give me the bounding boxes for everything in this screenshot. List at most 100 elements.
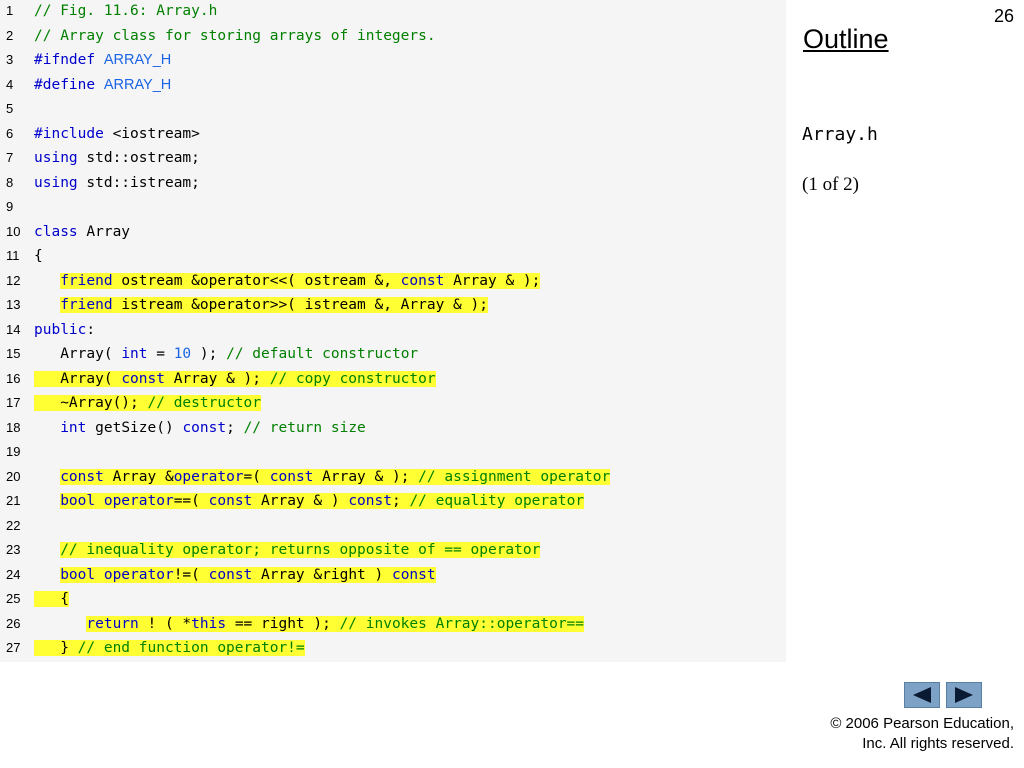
code-token-plain: :: [86, 321, 96, 338]
code-line: 22: [0, 515, 786, 537]
code-token-keyword: class: [34, 223, 87, 240]
code-token-keyword: using: [34, 150, 87, 166]
code-token-keyword: const: [269, 468, 323, 485]
code-token-plain: istream &operator>>( istream &, Array & …: [121, 297, 488, 313]
code-text: class Array: [34, 221, 130, 243]
code-line: 6 #include <iostream>: [0, 123, 786, 145]
code-token-keyword: bool operator: [60, 493, 174, 509]
line-number: 12: [6, 272, 21, 288]
line-number: 15: [6, 346, 21, 361]
code-token-plain: !=(: [173, 566, 209, 583]
code-token-plain: std::ostream;: [86, 150, 200, 166]
code-token-plain: Array & );: [173, 370, 270, 387]
code-line: 1 // Fig. 11.6: Array.h: [0, 0, 786, 22]
code-token-keyword: operator: [173, 468, 244, 485]
code-token-macro: ARRAY_H: [103, 52, 172, 68]
line-number: 17: [6, 395, 21, 410]
line-number: 3: [6, 52, 14, 67]
code-line: 23 // inequality operator; returns oppos…: [0, 539, 786, 561]
code-token-comment: // default constructor: [226, 346, 419, 362]
code-text: } // end function operator!=: [34, 637, 305, 659]
code-line: 21 bool operator==( const Array & ) cons…: [0, 490, 786, 512]
code-token-plain: Array(: [34, 370, 122, 387]
code-text: return ! ( *this == right ); // invokes …: [34, 613, 585, 635]
previous-slide-button[interactable]: [904, 682, 940, 708]
code-token-plain: getSize(): [95, 419, 183, 436]
line-number: 8: [6, 174, 14, 190]
line-number: 24: [6, 566, 21, 582]
code-line: 18 int getSize() const; // return size: [0, 417, 786, 439]
code-token-plain: Array & );: [322, 468, 419, 485]
line-number: 23: [6, 542, 21, 557]
code-line: 25 {: [0, 588, 786, 610]
code-line: 17 ~Array(); // destructor: [0, 392, 786, 414]
code-line: 10 class Array: [0, 221, 786, 243]
code-token-comment: // return size: [243, 419, 366, 436]
code-line: 9: [0, 196, 786, 218]
code-token-comment: // Array class for storing arrays of int…: [34, 27, 436, 44]
code-token-plain: ~Array();: [34, 395, 148, 411]
code-token-comment: // end function operator!=: [77, 640, 305, 656]
code-token-comment: // assignment operator: [418, 468, 611, 485]
file-name: Array.h: [802, 124, 878, 145]
code-token-plain: Array & );: [453, 272, 541, 289]
next-slide-button[interactable]: [946, 682, 982, 708]
code-token-keyword: const: [60, 468, 113, 485]
part-label: (1 of 2): [802, 174, 859, 195]
outline-link[interactable]: Outline: [803, 24, 889, 55]
code-token-comment: // inequality operator; returns opposite…: [60, 542, 541, 558]
code-line: 5: [0, 98, 786, 120]
code-line: 20 const Array &operator=( const Array &…: [0, 466, 786, 488]
code-text: friend ostream &operator<<( ostream &, c…: [34, 270, 541, 292]
line-number: 13: [6, 297, 21, 312]
copyright-line-1: © 2006 Pearson Education,: [830, 715, 1014, 732]
code-text: {: [34, 588, 69, 610]
code-token-keyword: int: [121, 346, 157, 362]
code-token-comment: // Fig. 11.6: Array.h: [34, 3, 218, 19]
code-text: bool operator==( const Array & ) const; …: [34, 490, 585, 512]
code-token-plain: std::istream;: [86, 174, 200, 191]
code-line: 7 using std::ostream;: [0, 147, 786, 169]
line-number: 1: [6, 3, 14, 18]
code-token-comment: // copy constructor: [269, 370, 436, 387]
line-number: 16: [6, 370, 21, 386]
code-token-plain: }: [34, 640, 78, 656]
code-text: bool operator!=( const Array &right ) co…: [34, 564, 436, 586]
code-token-keyword: using: [34, 174, 87, 191]
code-token-plain: Array &: [112, 468, 174, 485]
line-number: 19: [6, 444, 21, 459]
page-number: 26: [993, 6, 1014, 26]
line-number: 4: [6, 76, 14, 92]
line-number: 9: [6, 199, 14, 214]
code-text: using std::istream;: [34, 172, 200, 194]
code-token-number: 10: [173, 346, 192, 362]
line-number: 2: [6, 27, 14, 43]
code-line: 3 #ifndef ARRAY_H: [0, 49, 786, 71]
code-line: 4 #define ARRAY_H: [0, 74, 786, 96]
code-token-keyword: const: [121, 370, 174, 387]
code-token-plain: ostream &operator<<( ostream &,: [121, 272, 401, 289]
code-token-keyword: this: [191, 615, 235, 632]
line-number: 5: [6, 101, 14, 116]
line-number: 11: [6, 248, 20, 263]
line-number: 14: [6, 321, 21, 337]
code-listing: 1 // Fig. 11.6: Array.h 2 // Array class fo…: [0, 0, 786, 662]
code-token-keyword: friend: [60, 297, 122, 313]
code-text: // Array class for storing arrays of int…: [34, 25, 436, 47]
code-token-plain: <iostream>: [112, 125, 200, 142]
code-line: 15 Array( int = 10 ); // default constru…: [0, 343, 786, 365]
triangle-right-icon: [955, 687, 973, 703]
code-token-keyword: bool operator: [60, 566, 174, 583]
code-token-plain: Array(: [34, 346, 122, 362]
code-token-plain: ;: [391, 493, 410, 509]
code-text: Array( int = 10 ); // default constructo…: [34, 343, 418, 365]
line-number: 26: [6, 615, 21, 631]
code-text: int getSize() const; // return size: [34, 417, 366, 439]
code-token-keyword: #ifndef: [34, 52, 104, 68]
code-token-keyword: public: [34, 321, 87, 338]
code-token-keyword: #define: [34, 76, 104, 93]
code-token-plain: ;: [226, 419, 244, 436]
